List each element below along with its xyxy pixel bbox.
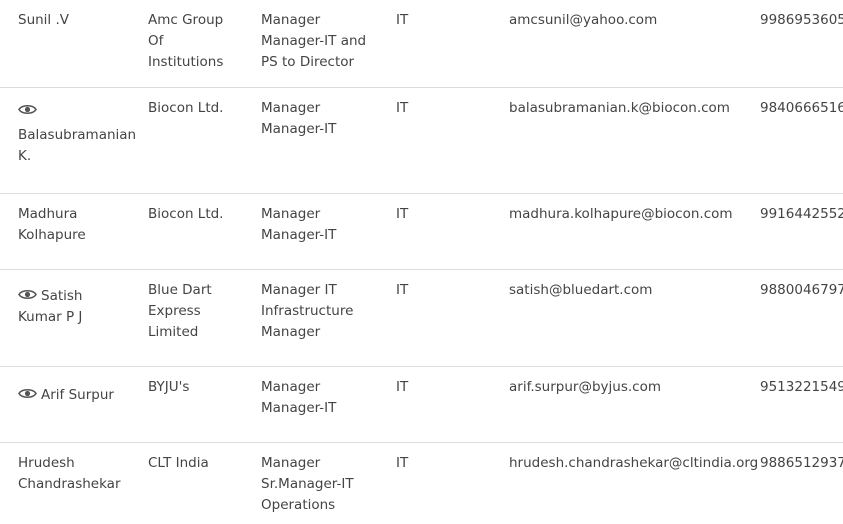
name-line: K. bbox=[18, 148, 32, 164]
name-cell: Madhura Kolhapure bbox=[18, 204, 138, 246]
email-cell: arif.surpur@byjus.com bbox=[509, 379, 661, 395]
designation-line: Manager bbox=[261, 455, 321, 471]
designation-line: Manager bbox=[261, 206, 321, 222]
organization-line: Of bbox=[148, 33, 164, 49]
phone-cell: 9986953605 bbox=[760, 12, 843, 28]
organization-cell: Blue Dart Express Limited bbox=[148, 280, 252, 343]
designation-line: Manager bbox=[261, 100, 321, 116]
designation-line: Sr.Manager-IT bbox=[261, 476, 354, 492]
organization-cell: CLT India bbox=[148, 453, 252, 474]
department-cell: IT bbox=[396, 282, 409, 298]
designation-cell: Manager Manager-IT and PS to Director bbox=[261, 10, 391, 73]
designation-line: Manager-IT bbox=[261, 227, 337, 243]
email-cell: hrudesh.chandrashekar@cltindia.org bbox=[509, 455, 759, 471]
designation-cell: Manager IT Infrastructure Manager bbox=[261, 280, 391, 343]
designation-cell: Manager Sr.Manager-IT Operations bbox=[261, 453, 391, 516]
table-row: Satish Kumar P J Blue Dart Express Limit… bbox=[0, 270, 843, 367]
designation-line: PS to Director bbox=[261, 54, 355, 70]
designation-cell: Manager Manager-IT bbox=[261, 204, 391, 246]
organization-cell: Amc Group Of Institutions bbox=[148, 10, 252, 73]
department-cell: IT bbox=[396, 455, 409, 471]
phone-cell: 9880046797 bbox=[760, 282, 843, 298]
eye-icon[interactable] bbox=[18, 387, 37, 400]
designation-cell: Manager Manager-IT bbox=[261, 377, 391, 419]
organization-cell: Biocon Ltd. bbox=[148, 98, 252, 119]
department-cell: IT bbox=[396, 206, 409, 222]
department-cell: IT bbox=[396, 100, 409, 116]
name-cell: Satish Kumar P J bbox=[18, 280, 138, 328]
eye-icon[interactable] bbox=[18, 288, 37, 301]
organization-cell: Biocon Ltd. bbox=[148, 204, 252, 225]
department-cell: IT bbox=[396, 12, 409, 28]
email-cell: madhura.kolhapure@biocon.com bbox=[509, 206, 733, 222]
name-line: Hrudesh bbox=[18, 455, 75, 471]
name-text: Satish bbox=[41, 288, 83, 304]
table-row: Arif Surpur BYJU's Manager Manager-IT IT… bbox=[0, 367, 843, 443]
organization-line: BYJU's bbox=[148, 379, 190, 395]
designation-cell: Manager Manager-IT bbox=[261, 98, 391, 140]
designation-line: Manager-IT and bbox=[261, 33, 367, 49]
designation-line: Infrastructure bbox=[261, 303, 354, 319]
designation-line: Manager IT bbox=[261, 282, 337, 298]
organization-line: Limited bbox=[148, 324, 199, 340]
email-cell: satish@bluedart.com bbox=[509, 282, 653, 298]
name-line: Balasubramanian bbox=[18, 127, 137, 143]
name-text: Arif Surpur bbox=[41, 387, 114, 403]
name-line: Kumar P J bbox=[18, 309, 83, 325]
designation-line: Manager-IT bbox=[261, 400, 337, 416]
phone-cell: 9916442552 bbox=[760, 206, 843, 222]
designation-line: Manager-IT bbox=[261, 121, 337, 137]
name-cell: Arif Surpur bbox=[18, 377, 138, 406]
name-cell: Sunil .V bbox=[18, 10, 138, 31]
eye-icon[interactable] bbox=[18, 103, 37, 116]
name-line: Kolhapure bbox=[18, 227, 86, 243]
organization-line: CLT India bbox=[148, 455, 209, 471]
name-line: Arif Surpur bbox=[18, 385, 138, 406]
phone-cell: 9840666516 bbox=[760, 100, 843, 116]
department-cell: IT bbox=[396, 379, 409, 395]
phone-cell: 9886512937 bbox=[760, 455, 843, 471]
name-cell: Hrudesh Chandrashekar bbox=[18, 453, 138, 495]
designation-line: Manager bbox=[261, 12, 321, 28]
designation-line: Manager bbox=[261, 379, 321, 395]
contacts-table: Sunil .V Amc Group Of Institutions Manag… bbox=[0, 0, 843, 524]
organization-line: Biocon Ltd. bbox=[148, 206, 224, 222]
table-row: Balasubramanian K. Biocon Ltd. Manager M… bbox=[0, 88, 843, 194]
name-line: Sunil .V bbox=[18, 12, 70, 28]
email-cell: amcsunil@yahoo.com bbox=[509, 12, 658, 28]
name-line: Chandrashekar bbox=[18, 476, 121, 492]
organization-line: Biocon Ltd. bbox=[148, 100, 224, 116]
table-row: Sunil .V Amc Group Of Institutions Manag… bbox=[0, 0, 843, 88]
name-line: Madhura bbox=[18, 206, 78, 222]
name-line: Satish bbox=[18, 286, 138, 307]
designation-line: Operations bbox=[261, 497, 336, 513]
organization-cell: BYJU's bbox=[148, 377, 252, 398]
organization-line: Blue Dart bbox=[148, 282, 212, 298]
name-cell: Balasubramanian K. bbox=[18, 98, 138, 167]
organization-line: Institutions bbox=[148, 54, 224, 70]
designation-line: Manager bbox=[261, 324, 321, 340]
table-row: Madhura Kolhapure Biocon Ltd. Manager Ma… bbox=[0, 194, 843, 270]
email-cell: balasubramanian.k@biocon.com bbox=[509, 100, 730, 116]
organization-line: Express bbox=[148, 303, 201, 319]
name-line bbox=[18, 98, 138, 122]
organization-line: Amc Group bbox=[148, 12, 224, 28]
phone-cell: 9513221549 bbox=[760, 379, 843, 395]
table-row: Hrudesh Chandrashekar CLT India Manager … bbox=[0, 443, 843, 524]
